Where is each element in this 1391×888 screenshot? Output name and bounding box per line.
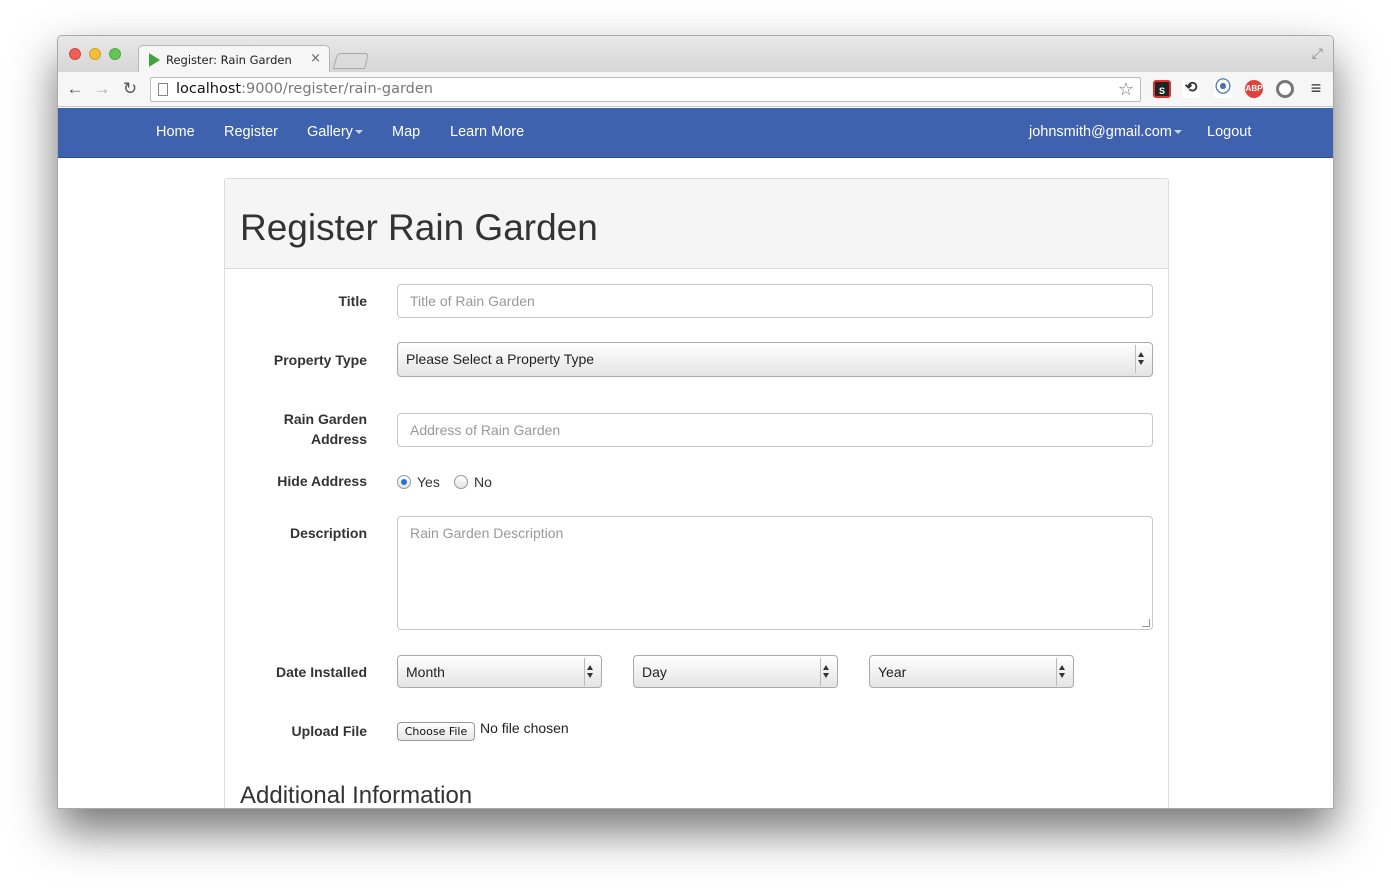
nav-user-menu[interactable]: johnsmith@gmail.com (1029, 124, 1182, 140)
back-arrow-icon[interactable]: ← (64, 79, 86, 99)
title-input[interactable]: Title of Rain Garden (397, 284, 1153, 318)
year-select[interactable]: Year (869, 655, 1074, 688)
nav-home[interactable]: Home (156, 124, 195, 140)
page-viewport: Home Register Gallery Map Learn More joh… (58, 108, 1333, 809)
nav-register[interactable]: Register (224, 124, 278, 140)
select-arrows-icon (587, 665, 595, 679)
bookmark-star-icon[interactable]: ☆ (1118, 79, 1134, 100)
resize-grip-icon[interactable] (1142, 619, 1150, 627)
nav-map[interactable]: Map (392, 124, 420, 140)
day-select[interactable]: Day (633, 655, 838, 688)
upload-file-label: Upload File (291, 723, 367, 739)
hide-yes-radio[interactable] (397, 475, 411, 489)
file-status: No file chosen (480, 720, 569, 736)
address-input[interactable]: Address of Rain Garden (397, 413, 1153, 447)
extension-sync-icon[interactable]: ⟲ (1182, 80, 1200, 98)
select-arrows-icon (1138, 352, 1146, 366)
address-label-line1: Rain Garden (283, 411, 367, 427)
date-installed-label: Date Installed (275, 664, 367, 680)
adblock-icon[interactable]: ABP (1245, 80, 1263, 98)
nav-logout[interactable]: Logout (1207, 124, 1251, 140)
forward-arrow-icon[interactable]: → (91, 79, 113, 99)
nav-learn-more[interactable]: Learn More (450, 124, 524, 140)
register-panel: Register Rain Garden Title Title of Rain… (224, 178, 1169, 809)
hide-no-radio[interactable] (454, 475, 468, 489)
url-text: localhost:9000/register/rain-garden (176, 81, 433, 97)
minimize-window-button[interactable] (89, 48, 101, 60)
hide-no-label[interactable]: No (474, 474, 492, 490)
page-icon (158, 83, 168, 96)
description-textarea[interactable]: Rain Garden Description (397, 516, 1153, 630)
month-select[interactable]: Month (397, 655, 602, 688)
close-window-button[interactable] (69, 48, 81, 60)
tab-close-icon[interactable]: × (310, 51, 321, 66)
select-arrows-icon (1059, 665, 1067, 679)
browser-tab[interactable]: Register: Rain Garden × (138, 45, 330, 72)
tab-strip: Register: Rain Garden × ⤢ (58, 36, 1333, 72)
nav-gallery[interactable]: Gallery (307, 124, 363, 140)
title-label: Title (338, 293, 367, 309)
hide-address-radios: Yes No (397, 474, 517, 491)
choose-file-button[interactable]: Choose File (397, 722, 475, 741)
property-type-select[interactable]: Please Select a Property Type (397, 342, 1153, 377)
tab-title: Register: Rain Garden (166, 53, 292, 67)
additional-information-heading: Additional Information (240, 782, 473, 809)
new-tab-button[interactable] (332, 53, 370, 69)
menu-icon[interactable]: ≡ (1307, 79, 1325, 98)
reload-icon[interactable]: ↻ (119, 79, 141, 99)
select-arrows-icon (823, 665, 831, 679)
site-navbar: Home Register Gallery Map Learn More joh… (58, 108, 1333, 158)
extension-s-icon[interactable]: S (1153, 80, 1171, 98)
hide-address-label: Hide Address (277, 473, 367, 489)
address-bar[interactable]: localhost:9000/register/rain-garden ☆ (150, 77, 1141, 102)
chevron-down-icon (1173, 130, 1182, 135)
description-label: Description (289, 525, 367, 541)
fullscreen-icon[interactable]: ⤢ (1312, 45, 1323, 62)
extension-circle-icon[interactable] (1276, 80, 1294, 98)
address-label-line2: Address (310, 431, 367, 447)
page-title: Register Rain Garden (240, 207, 598, 248)
extension-eyedropper-icon[interactable]: ⦿ (1214, 80, 1232, 98)
property-type-label: Property Type (273, 352, 367, 368)
zoom-window-button[interactable] (109, 48, 121, 60)
hide-yes-label[interactable]: Yes (417, 474, 440, 490)
chevron-down-icon (354, 130, 363, 135)
browser-window: Register: Rain Garden × ⤢ ← → ↻ localhos… (57, 35, 1334, 809)
play-favicon-icon (149, 53, 160, 67)
browser-toolbar: ← → ↻ localhost:9000/register/rain-garde… (58, 72, 1333, 107)
